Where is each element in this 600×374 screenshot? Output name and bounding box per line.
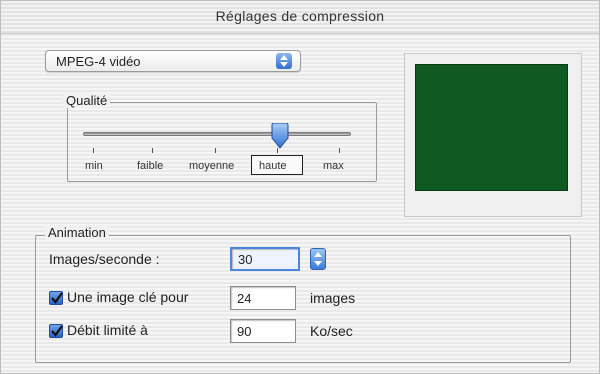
checkmark-icon xyxy=(51,292,63,304)
tick-mark-max xyxy=(339,148,340,153)
popup-arrows-icon xyxy=(276,53,292,69)
quality-group-label: Qualité xyxy=(63,93,111,108)
window-title: Réglages de compression xyxy=(215,8,385,24)
title-bar: Réglages de compression xyxy=(1,1,599,34)
quality-slider-thumb[interactable] xyxy=(269,122,291,149)
codec-popup[interactable]: MPEG-4 vidéo xyxy=(45,50,301,72)
fps-stepper[interactable] xyxy=(310,248,326,270)
tick-mark-min xyxy=(93,148,94,153)
keyframe-label: Une image clé pour xyxy=(67,289,189,305)
compression-settings-dialog: Réglages de compression MPEG-4 vidéo Qua… xyxy=(0,0,600,374)
tick-mark-medium xyxy=(215,148,216,153)
keyframe-unit: images xyxy=(310,290,356,306)
codec-popup-label: MPEG-4 vidéo xyxy=(56,54,141,69)
stepper-arrows-icon xyxy=(314,252,322,266)
checkmark-icon xyxy=(51,325,63,337)
fps-label: Images/seconde : xyxy=(49,251,160,267)
tick-label-low: faible xyxy=(137,160,164,172)
datarate-unit: Ko/sec xyxy=(310,323,353,339)
datarate-checkbox[interactable] xyxy=(49,324,63,338)
keyframe-input[interactable] xyxy=(230,286,296,310)
tick-label-max: max xyxy=(323,160,344,172)
datarate-label: Débit limité à xyxy=(67,322,148,338)
tick-label-min: min xyxy=(85,160,103,172)
tick-mark-low xyxy=(152,148,153,153)
preview-image xyxy=(415,64,568,191)
animation-group-label: Animation xyxy=(45,225,109,240)
fps-input[interactable] xyxy=(230,247,300,271)
tick-label-medium: moyenne xyxy=(189,160,235,172)
datarate-input[interactable] xyxy=(230,319,296,343)
tick-label-high: haute xyxy=(259,160,287,172)
quality-slider-track[interactable] xyxy=(83,132,351,136)
tick-mark-high xyxy=(277,148,278,153)
keyframe-checkbox[interactable] xyxy=(49,291,63,305)
